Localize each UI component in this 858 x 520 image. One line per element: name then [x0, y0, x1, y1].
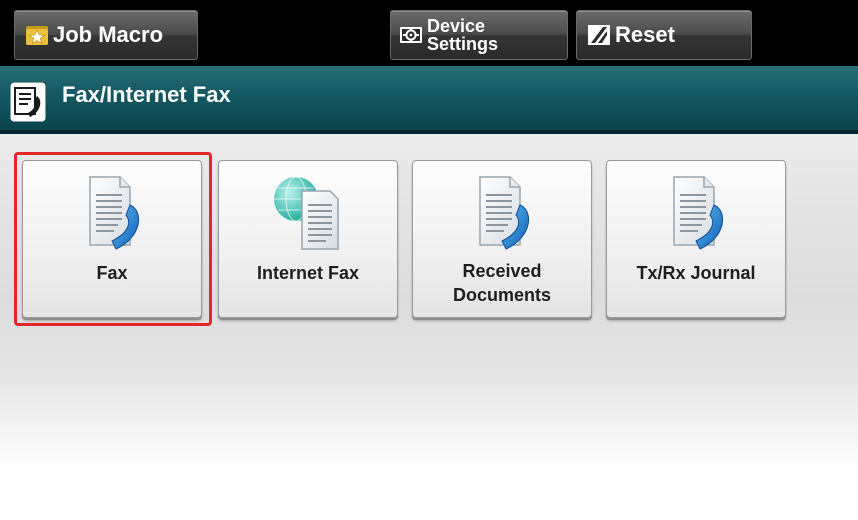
received-documents-tile[interactable]: Received Documents [412, 160, 592, 318]
received-documents-tile-label: Received Documents [413, 259, 591, 307]
fax-menu-screen: Job Macro Device Settings Reset Fax/Inte… [0, 0, 858, 520]
header-bar: Fax/Internet Fax [0, 66, 858, 134]
device-settings-label: Device Settings [427, 17, 498, 53]
device-settings-icon [400, 27, 422, 43]
tx-rx-journal-tile[interactable]: Tx/Rx Journal [606, 160, 786, 318]
device-settings-button[interactable]: Device Settings [390, 10, 568, 60]
internet-fax-tile[interactable]: Internet Fax [218, 160, 398, 318]
reset-icon [588, 25, 610, 45]
internet-fax-icon [274, 176, 339, 250]
tx-rx-journal-tile-label: Tx/Rx Journal [636, 263, 756, 283]
fax-icon [10, 82, 46, 122]
star-folder-icon [26, 26, 48, 45]
device-settings-line2: Settings [427, 34, 499, 54]
top-toolbar: Job Macro Device Settings Reset [0, 0, 858, 66]
received-documents-label-line2: Documents [452, 285, 551, 305]
received-documents-label-line1: Received [462, 261, 542, 281]
device-settings-line1: Device [427, 16, 486, 36]
fax-tile-label: Fax [96, 263, 128, 283]
internet-fax-tile-label: Internet Fax [256, 263, 360, 283]
job-macro-label: Job Macro [53, 22, 164, 47]
job-macro-button[interactable]: Job Macro [14, 10, 198, 60]
journal-icon [673, 176, 723, 250]
fax-tile[interactable]: Fax [22, 160, 202, 318]
reset-label: Reset [615, 22, 675, 47]
received-documents-icon [479, 176, 529, 250]
page-title: Fax/Internet Fax [62, 82, 231, 107]
reset-button[interactable]: Reset [576, 10, 752, 60]
fax-icon [89, 176, 139, 250]
